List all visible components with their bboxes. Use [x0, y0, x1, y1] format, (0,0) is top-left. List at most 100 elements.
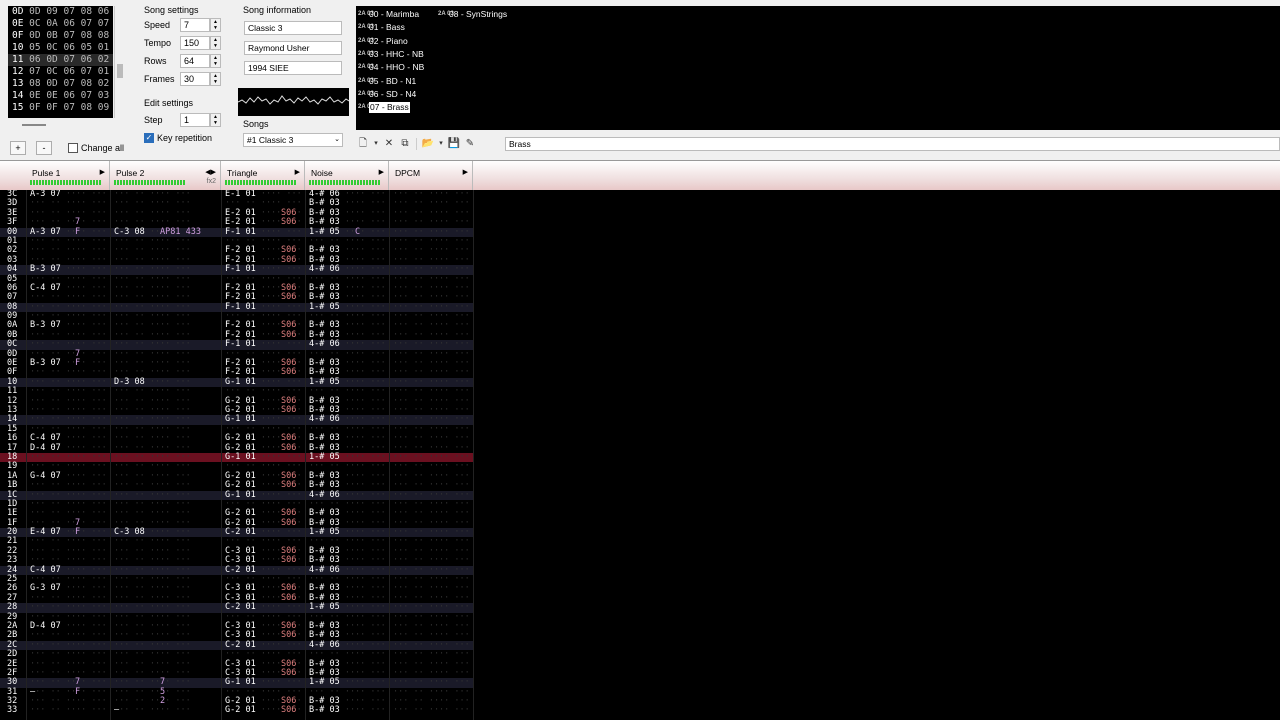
load-instrument-icon[interactable]: 📂 [421, 137, 435, 151]
chevron-down-icon: ⌄ [334, 136, 340, 143]
frame-id: 10 [12, 42, 30, 53]
frame-cells: 0D 0B 07 08 08 [29, 30, 110, 41]
empty-cells: ··· ·· ···· ··· [393, 705, 470, 716]
channel-arrow-icon[interactable]: ◀▶ [205, 168, 216, 176]
frame-list-scrollbar[interactable] [114, 6, 124, 118]
song-artist-input[interactable]: Raymond Usher [244, 41, 342, 55]
instrument-label: 04 - HHO - NB [369, 62, 425, 73]
speed-input[interactable]: 7 ▲ ▼ [180, 18, 221, 32]
channel-pulse-1[interactable]: Pulse 1 ▶ [26, 161, 110, 191]
tempo-spinner[interactable]: ▲ ▼ [210, 36, 221, 50]
step-spinner[interactable]: ▲ ▼ [210, 113, 221, 127]
channel-name: Pulse 1 [32, 168, 61, 178]
empty-cells: ··· ·· ···· ··· [114, 705, 191, 716]
step-input[interactable]: 1 ▲ ▼ [180, 113, 221, 127]
instrument-name-input[interactable]: Brass [505, 137, 1280, 151]
scrollbar-thumb[interactable] [117, 64, 123, 78]
frame-id: 12 [12, 66, 30, 77]
cell-p2: — [114, 705, 120, 716]
channel-name: DPCM [395, 168, 421, 178]
frame-cells: 0F 0F 07 08 09 [29, 102, 110, 113]
volume-meter [114, 180, 186, 185]
hscroll-thumb[interactable] [22, 124, 46, 126]
clone-instrument-icon[interactable]: ⧉ [398, 137, 412, 151]
instrument-item[interactable]: 2A 03 03 - HHC - NB [358, 49, 424, 60]
frame-row[interactable]: 15 0F 0F 07 08 09 [8, 102, 113, 114]
instrument-label: 08 - SynStrings [449, 9, 508, 19]
instrument-item[interactable]: 2A 03 08 - SynStrings [438, 9, 507, 20]
instrument-list[interactable]: 2A 03 00 - Marimba 2A 03 01 - Bass 2A 03 02 -… [356, 6, 1280, 130]
channel-name: Noise [311, 168, 333, 178]
frame-row[interactable]: 0E 0C 0A 06 07 07 [8, 18, 113, 30]
instrument-label: 00 - Marimba [369, 9, 420, 19]
song-select[interactable]: #1 Classic 3 ⌄ [243, 133, 343, 147]
dropdown-arrow-icon[interactable]: ▾ [437, 137, 445, 151]
song-information-title: Song information [243, 5, 312, 15]
frame-id: 13 [12, 78, 30, 89]
frames-input[interactable]: 30 ▲ ▼ [180, 72, 221, 86]
instrument-label: 07 - Brass [369, 102, 410, 114]
rows-label: Rows [144, 56, 167, 66]
instrument-item[interactable]: 2A 03 05 - BD - N1 [358, 76, 416, 87]
edit-instrument-icon[interactable]: ✎ [463, 137, 477, 151]
instrument-item[interactable]: 2A 03 02 - Piano [358, 36, 408, 47]
save-instrument-icon[interactable]: 💾 [447, 137, 461, 151]
channel-arrow-icon[interactable]: ▶ [379, 168, 384, 176]
frame-id: 15 [12, 102, 30, 113]
delete-instrument-icon[interactable]: ✕ [382, 137, 396, 151]
instrument-icon: 2A 03 [358, 37, 374, 44]
oscilloscope [238, 88, 349, 116]
songs-title: Songs [243, 119, 269, 129]
instrument-item[interactable]: 2A 03 00 - Marimba [358, 9, 419, 20]
volume-meter [30, 180, 102, 185]
channel-pulse-2[interactable]: Pulse 2 ◀▶ fx2 [110, 161, 221, 191]
frame-list[interactable]: 0D 0D 09 07 08 06 0E 0C 0A 06 07 07 0F 0D … [8, 6, 113, 118]
frames-spinner[interactable]: ▲ ▼ [210, 72, 221, 86]
checkbox-box[interactable]: ✓ [144, 133, 154, 143]
frame-row[interactable]: 12 07 0C 06 07 01 [8, 66, 113, 78]
rows-input[interactable]: 64 ▲ ▼ [180, 54, 221, 68]
instrument-item[interactable]: 2A 03 07 - Brass [358, 102, 410, 114]
new-instrument-icon[interactable]: 🗋 [356, 137, 370, 151]
frame-row[interactable]: 10 05 0C 06 05 01 [8, 42, 113, 54]
rows-value: 64 [184, 56, 195, 66]
speed-spinner[interactable]: ▲ ▼ [210, 18, 221, 32]
frame-row[interactable]: 0F 0D 0B 07 08 08 [8, 30, 113, 42]
frame-list-hscrollbar[interactable] [8, 120, 124, 130]
key-repetition-checkbox[interactable]: ✓ Key repetition [144, 133, 212, 143]
dropdown-arrow-icon[interactable]: ▾ [372, 137, 380, 151]
tempo-input[interactable]: 150 ▲ ▼ [180, 36, 221, 50]
channel-triangle[interactable]: Triangle ▶ [221, 161, 305, 191]
pattern-editor[interactable]: 3C ··· ·· ···· ··· ··· ·· ···· ··· ··· ·· ·… [0, 190, 474, 720]
instrument-toolbar: 🗋 ▾ ✕ ⧉ 📂 ▾ 💾 ✎ [356, 136, 477, 152]
channel-dpcm[interactable]: DPCM ▶ [389, 161, 473, 191]
frame-id: 11 [12, 54, 30, 65]
divider [110, 190, 111, 720]
change-all-label: Change all [81, 143, 125, 153]
rows-spinner[interactable]: ▲ ▼ [210, 54, 221, 68]
instrument-item[interactable]: 2A 03 01 - Bass [358, 22, 405, 33]
change-all-checkbox[interactable]: Change all [68, 143, 124, 153]
instrument-item[interactable]: 2A 03 04 - HHO - NB [358, 62, 424, 73]
frame-row[interactable]: 13 08 0D 07 08 02 [8, 78, 113, 90]
divider [389, 190, 390, 720]
instrument-icon: 2A 03 [358, 50, 374, 57]
frame-row[interactable]: 0D 0D 09 07 08 06 [8, 6, 113, 18]
channel-arrow-icon[interactable]: ▶ [463, 168, 468, 176]
remove-frame-button[interactable]: - [36, 141, 52, 155]
frame-row[interactable]: 14 0E 0E 06 07 03 [8, 90, 113, 102]
channel-noise[interactable]: Noise ▶ [305, 161, 389, 191]
instrument-icon: 2A 03 [438, 11, 454, 17]
frame-row[interactable]: 11 06 0D 07 06 02 [8, 54, 113, 66]
channel-arrow-icon[interactable]: ▶ [100, 168, 105, 176]
pattern-row[interactable]: 33 ··· ·· ···· ··· ··· ·· ···· ··· ··· ·· ·… [0, 705, 474, 716]
checkbox-box[interactable] [68, 143, 78, 153]
song-copyright-input[interactable]: 1994 SIEE [244, 61, 342, 75]
add-frame-button[interactable]: + [10, 141, 26, 155]
instrument-icon: 2A 03 [358, 24, 374, 31]
song-select-value: #1 Classic 3 [247, 135, 294, 145]
channel-arrow-icon[interactable]: ▶ [295, 168, 300, 176]
instrument-item[interactable]: 2A 03 06 - SD - N4 [358, 89, 416, 100]
frame-cells: 0C 0A 06 07 07 [29, 18, 110, 29]
song-name-input[interactable]: Classic 3 [244, 21, 342, 35]
